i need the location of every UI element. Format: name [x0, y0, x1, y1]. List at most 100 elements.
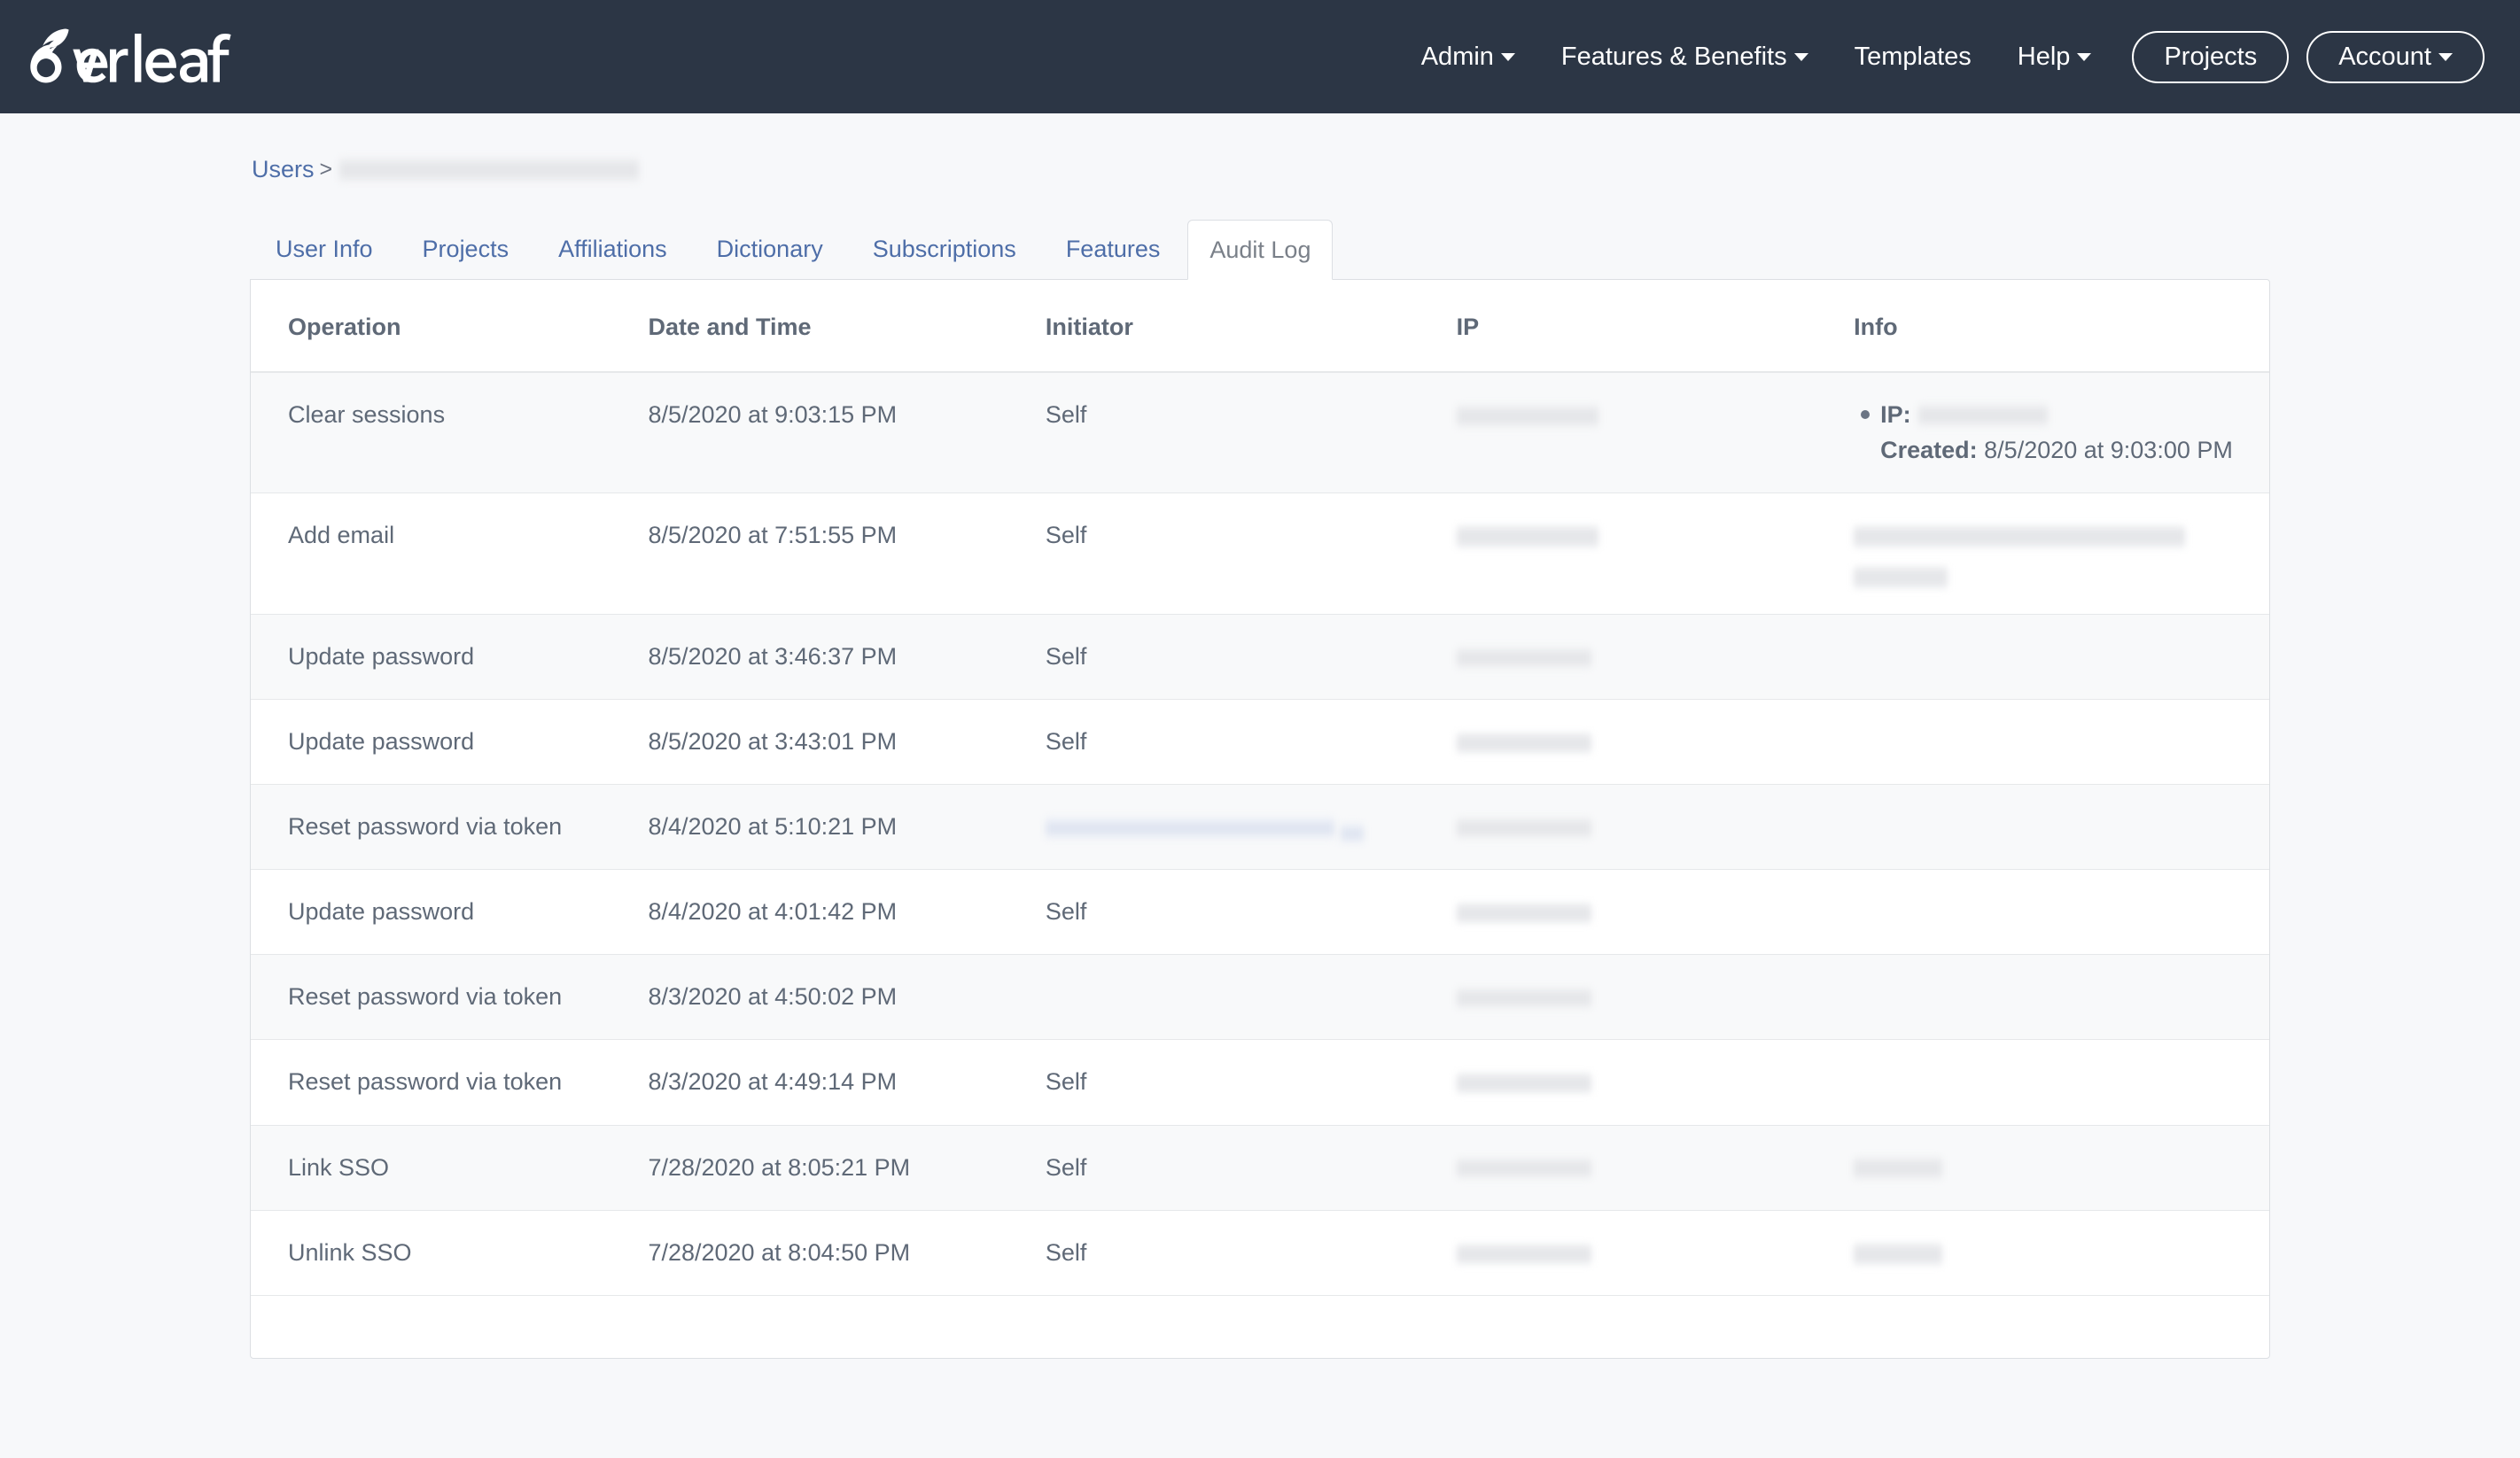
nav-link-features-benefits[interactable]: Features & Benefits [1538, 35, 1832, 79]
nav-link-templates-label: Templates [1854, 42, 1972, 71]
nav-link-templates[interactable]: Templates [1832, 35, 1995, 79]
breadcrumb-current-user-redacted [339, 157, 640, 182]
account-button[interactable]: Account [2306, 30, 2485, 83]
table-header-row: Operation Date and Time Initiator IP Inf… [251, 280, 2269, 374]
table-row: Clear sessions 8/5/2020 at 9:03:15 PM Se… [251, 372, 2269, 493]
tab-projects[interactable]: Projects [401, 219, 532, 279]
table-row: Update password 8/5/2020 at 3:46:37 PM S… [251, 614, 2269, 700]
table-row: Add email 8/5/2020 at 7:51:55 PM Self [251, 492, 2269, 615]
breadcrumb-users-link[interactable]: Users [252, 156, 315, 183]
info-created-line: Created: 8/5/2020 at 9:03:00 PM [1880, 433, 2234, 468]
table-body: Clear sessions 8/5/2020 at 9:03:15 PM Se… [251, 372, 2269, 1296]
table-head: Operation Date and Time Initiator IP Inf… [251, 280, 2269, 374]
tab-dictionary[interactable]: Dictionary [695, 219, 845, 279]
cell-datetime: 8/4/2020 at 4:01:42 PM [648, 869, 1046, 956]
cell-operation: Unlink SSO [251, 1210, 649, 1296]
cell-operation: Link SSO [251, 1125, 649, 1211]
table-row: Update password 8/5/2020 at 3:43:01 PM S… [251, 699, 2269, 785]
ip-redacted [1456, 405, 1598, 429]
cell-operation: Update password [251, 869, 649, 956]
overleaf-logo-icon [25, 27, 277, 88]
audit-log-card: Operation Date and Time Initiator IP Inf… [250, 279, 2270, 1359]
cell-initiator: Self [1045, 614, 1457, 700]
cell-datetime: 8/5/2020 at 7:51:55 PM [648, 492, 1046, 615]
ip-redacted [1456, 1158, 1591, 1180]
cell-operation: Update password [251, 699, 649, 785]
cell-ip [1456, 614, 1855, 700]
cell-initiator: Self [1045, 869, 1457, 956]
cell-ip [1456, 954, 1855, 1041]
info-created-value: 8/5/2020 at 9:03:00 PM [1984, 436, 2233, 463]
nav-link-help[interactable]: Help [1995, 35, 2115, 79]
cell-ip [1456, 699, 1855, 785]
column-header-date-and-time: Date and Time [648, 280, 1046, 374]
cell-info: IP: Created: 8/5/2020 at 9:03:00 PM [1854, 372, 2269, 493]
ip-redacted [1456, 1073, 1591, 1095]
initiator-link-redacted-line2 [1341, 822, 1365, 844]
ip-redacted [1456, 902, 1591, 924]
info-redacted [1854, 524, 2186, 548]
table-row: Reset password via token 8/3/2020 at 4:4… [251, 1039, 2269, 1126]
breadcrumb-separator: > [319, 157, 333, 182]
cell-initiator: Self [1045, 1210, 1457, 1296]
cell-ip [1456, 492, 1855, 615]
cell-datetime: 8/3/2020 at 4:50:02 PM [648, 954, 1046, 1041]
ip-redacted [1456, 732, 1591, 754]
navbar-links: Admin Features & Benefits Templates Help… [1398, 30, 2485, 83]
info-ip-value-redacted [1917, 403, 2048, 427]
cell-info [1854, 869, 2269, 956]
cell-info [1854, 1039, 2269, 1126]
info-redacted [1854, 1157, 1943, 1181]
cell-initiator: Self [1045, 699, 1457, 785]
cell-datetime: 7/28/2020 at 8:05:21 PM [648, 1125, 1046, 1211]
cell-initiator[interactable] [1045, 784, 1457, 871]
nav-link-features-benefits-label: Features & Benefits [1560, 42, 1787, 71]
column-header-operation: Operation [251, 280, 649, 374]
tab-affiliations[interactable]: Affiliations [536, 219, 689, 279]
cell-operation: Reset password via token [251, 954, 649, 1041]
nav-link-admin[interactable]: Admin [1398, 35, 1538, 79]
nav-link-help-label: Help [2017, 42, 2071, 71]
ip-redacted [1456, 524, 1598, 548]
projects-button[interactable]: Projects [2132, 30, 2290, 83]
column-header-initiator: Initiator [1045, 280, 1457, 374]
info-ip-key: IP: [1880, 401, 1911, 429]
cell-operation: Clear sessions [251, 372, 649, 493]
initiator-link-redacted [1045, 816, 1334, 840]
chevron-down-icon [1500, 52, 1515, 61]
cell-ip [1456, 372, 1855, 493]
tab-user-info[interactable]: User Info [253, 219, 395, 279]
cell-datetime: 8/5/2020 at 3:43:01 PM [648, 699, 1046, 785]
cell-info [1854, 699, 2269, 785]
cell-info [1854, 954, 2269, 1041]
cell-datetime: 8/5/2020 at 3:46:37 PM [648, 614, 1046, 700]
cell-initiator: Self [1045, 1039, 1457, 1126]
cell-operation: Reset password via token [251, 784, 649, 871]
ip-redacted [1456, 988, 1591, 1010]
cell-ip [1456, 784, 1855, 871]
top-navbar: Admin Features & Benefits Templates Help… [0, 0, 2520, 113]
cell-ip [1456, 1210, 1855, 1296]
cell-operation: Update password [251, 614, 649, 700]
user-detail-tabs: User Info Projects Affiliations Dictiona… [250, 219, 2270, 281]
cell-info [1854, 1125, 2269, 1211]
cell-operation: Add email [251, 492, 649, 615]
audit-log-table: Operation Date and Time Initiator IP Inf… [251, 280, 2269, 1296]
chevron-down-icon [2077, 52, 2092, 61]
account-button-label: Account [2338, 42, 2431, 71]
cell-ip [1456, 869, 1855, 956]
info-redacted [1854, 565, 1948, 589]
overleaf-logo[interactable] [25, 27, 277, 88]
cell-info [1854, 1210, 2269, 1296]
cell-initiator [1045, 954, 1457, 1041]
column-header-info: Info [1854, 280, 2269, 374]
breadcrumb: Users > [250, 156, 2270, 183]
tab-subscriptions[interactable]: Subscriptions [851, 219, 1038, 279]
cell-info [1854, 614, 2269, 700]
cell-info [1854, 784, 2269, 871]
cell-datetime: 7/28/2020 at 8:04:50 PM [648, 1210, 1046, 1296]
content-container: Users > User Info Projects Affiliations … [250, 113, 2270, 1359]
tab-features[interactable]: Features [1044, 219, 1183, 279]
table-row: Reset password via token 8/3/2020 at 4:5… [251, 954, 2269, 1041]
tab-audit-log[interactable]: Audit Log [1187, 220, 1334, 281]
